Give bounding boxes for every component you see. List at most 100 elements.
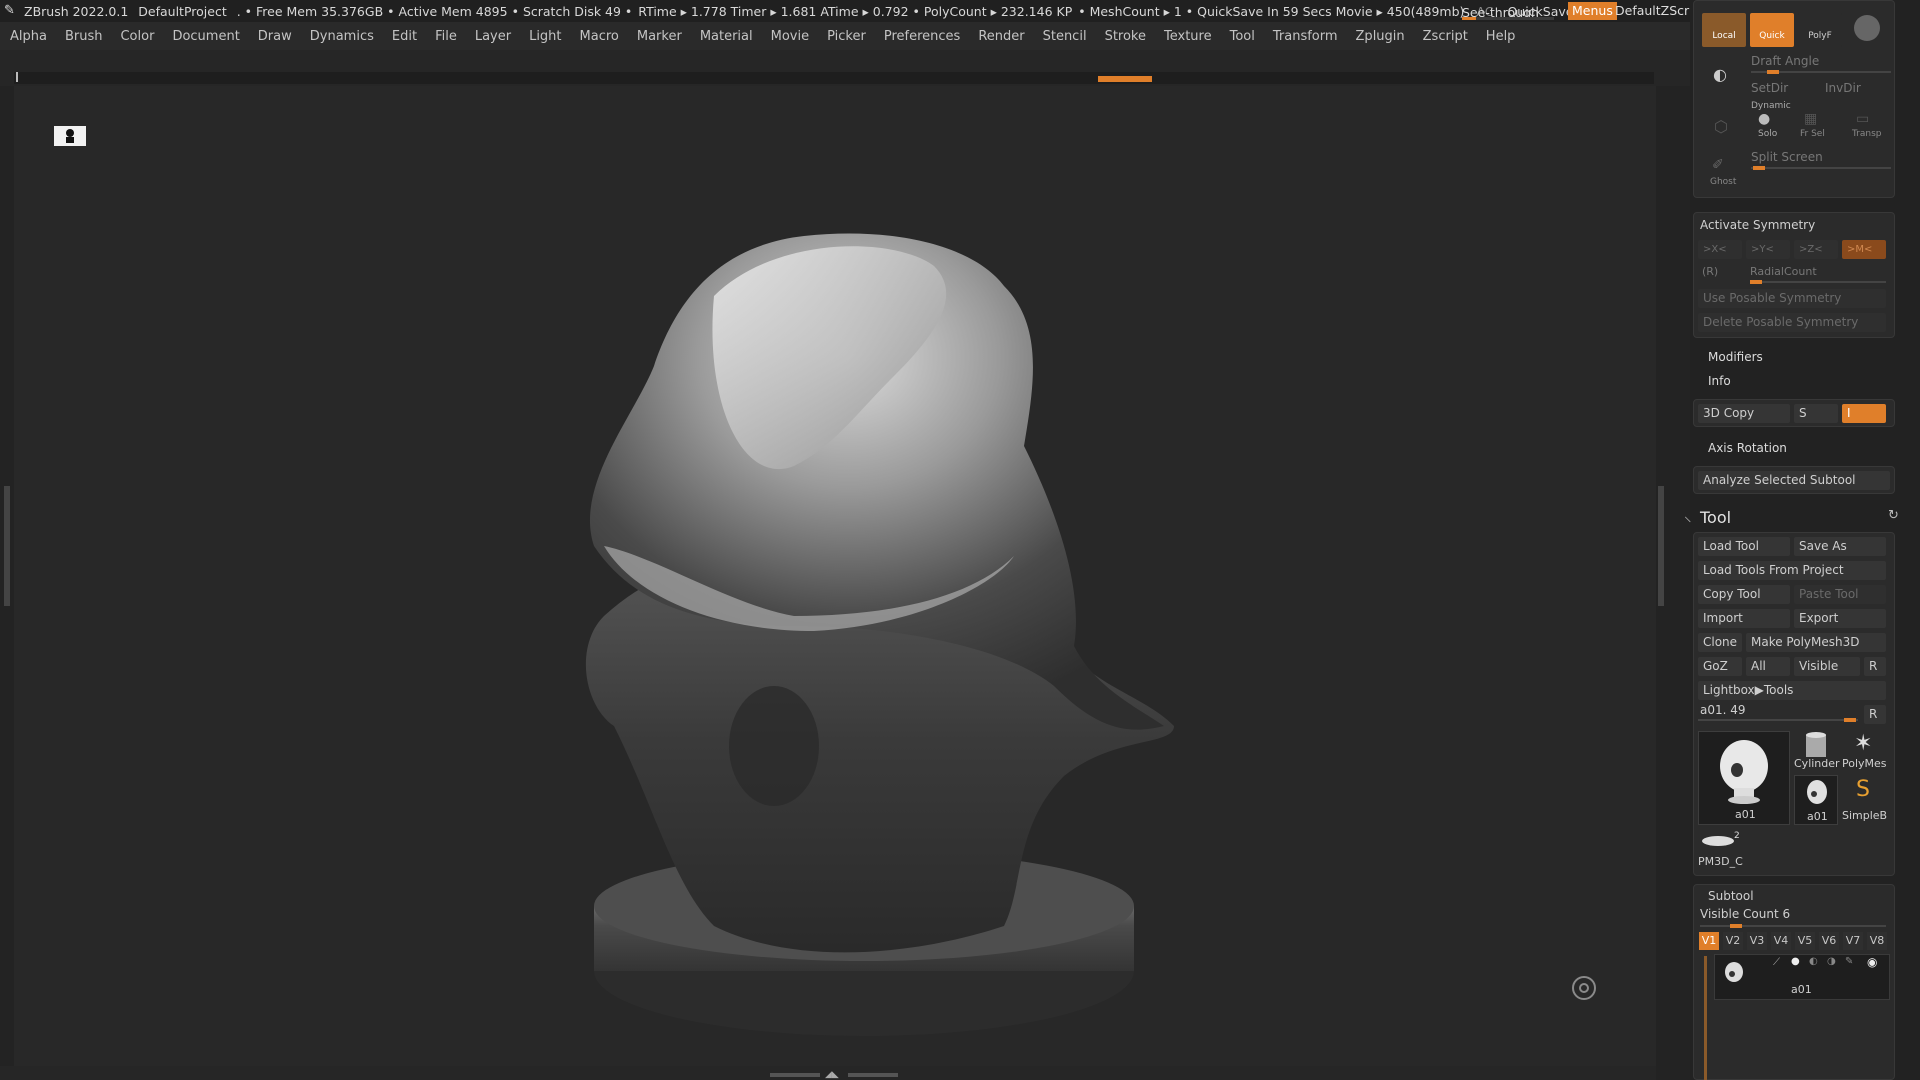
eye-icon[interactable]: ◉: [1867, 955, 1877, 969]
menu-preferences[interactable]: Preferences: [874, 29, 968, 44]
activate-symmetry-button[interactable]: Activate Symmetry: [1700, 218, 1815, 232]
subtool-tab-v3[interactable]: V3: [1747, 932, 1767, 950]
bottom-tray-handle[interactable]: ◢◣: [770, 1070, 900, 1080]
menu-texture[interactable]: Texture: [1154, 29, 1220, 44]
info-section[interactable]: Info: [1708, 374, 1731, 388]
menu-brush[interactable]: Brush: [55, 29, 111, 44]
goz-all-button[interactable]: All: [1746, 657, 1790, 676]
import-button[interactable]: Import: [1698, 609, 1790, 628]
menu-color[interactable]: Color: [110, 29, 162, 44]
analyze-selected-subtool-button[interactable]: Analyze Selected Subtool: [1698, 471, 1890, 490]
menu-alpha[interactable]: Alpha: [0, 29, 55, 44]
copy-s-button[interactable]: S: [1794, 404, 1838, 423]
save-as-button[interactable]: Save As: [1794, 537, 1886, 556]
right-tray-handle[interactable]: [1658, 486, 1664, 606]
top-shelf[interactable]: [14, 72, 1654, 84]
ghost-button[interactable]: Ghost: [1710, 177, 1736, 187]
visible-count-slider[interactable]: [1700, 924, 1886, 928]
menu-stroke[interactable]: Stroke: [1095, 29, 1154, 44]
menu-macro[interactable]: Macro: [570, 29, 627, 44]
invdir-button[interactable]: InvDir: [1825, 81, 1861, 95]
tool-thumb-a01-large[interactable]: a01: [1698, 731, 1790, 825]
bust-icon[interactable]: [54, 126, 86, 146]
canvas-viewport[interactable]: [14, 86, 1656, 1066]
sym-r-button[interactable]: (R): [1702, 265, 1718, 278]
menu-material[interactable]: Material: [690, 29, 761, 44]
tool-brush-icon[interactable]: ⸜: [1684, 506, 1692, 526]
modifiers-section[interactable]: Modifiers: [1708, 350, 1763, 364]
subtool-tab-v4[interactable]: V4: [1771, 932, 1791, 950]
subtool-pen-icon[interactable]: ✎: [1845, 956, 1853, 967]
paste-tool-button[interactable]: Paste Tool: [1794, 585, 1886, 604]
target-icon[interactable]: [1572, 976, 1596, 1000]
menu-tool[interactable]: Tool: [1220, 29, 1263, 44]
tool-thumb-simplebrush[interactable]: S SimpleB: [1842, 775, 1890, 825]
subtool-scrollbar[interactable]: [1704, 956, 1707, 1080]
menu-edit[interactable]: Edit: [382, 29, 425, 44]
subtool-tab-v1[interactable]: V1: [1699, 932, 1719, 950]
menu-layer[interactable]: Layer: [465, 29, 519, 44]
goz-visible-button[interactable]: Visible: [1794, 657, 1860, 676]
menu-dynamics[interactable]: Dynamics: [300, 29, 382, 44]
menu-zscript[interactable]: Zscript: [1413, 29, 1476, 44]
delete-posable-symmetry-button[interactable]: Delete Posable Symmetry: [1698, 313, 1886, 332]
cube-icon[interactable]: ⬡: [1714, 117, 1728, 136]
subtool-tab-v5[interactable]: V5: [1795, 932, 1815, 950]
menu-draw[interactable]: Draw: [248, 29, 300, 44]
sym-y-button[interactable]: >Y<: [1746, 240, 1790, 259]
quick-button[interactable]: Quick: [1750, 13, 1794, 47]
subtool-tab-v6[interactable]: V6: [1819, 932, 1839, 950]
tool-palette-title[interactable]: Tool: [1700, 508, 1731, 527]
subtool-brush-icon[interactable]: ⟋: [1773, 957, 1780, 968]
current-tool-slider[interactable]: [1698, 718, 1858, 722]
setdir-button[interactable]: SetDir: [1751, 81, 1788, 95]
sym-m-button[interactable]: >M<: [1842, 240, 1886, 259]
tool-thumb-pm3d[interactable]: 2 PM3D_C: [1698, 831, 1758, 875]
export-button[interactable]: Export: [1794, 609, 1886, 628]
transp-button[interactable]: Transp: [1852, 129, 1882, 139]
copy-i-button[interactable]: I: [1842, 404, 1886, 423]
solo-icon[interactable]: ●: [1758, 111, 1770, 127]
3d-copy-button[interactable]: 3D Copy: [1698, 404, 1790, 423]
split-screen-slider[interactable]: [1751, 166, 1891, 170]
menus-toggle-button[interactable]: Menus: [1568, 2, 1617, 20]
ghost-icon[interactable]: ✐: [1712, 157, 1724, 173]
refresh-icon[interactable]: ↻: [1888, 508, 1899, 523]
menu-marker[interactable]: Marker: [627, 29, 690, 44]
subtool-toggle-icon[interactable]: ●: [1791, 956, 1800, 967]
sym-x-button[interactable]: >X<: [1698, 240, 1742, 259]
tool-thumb-polymesh[interactable]: ✶ PolyMes: [1842, 731, 1890, 771]
sym-z-button[interactable]: >Z<: [1794, 240, 1838, 259]
copy-tool-button[interactable]: Copy Tool: [1698, 585, 1790, 604]
radial-count-slider[interactable]: [1750, 280, 1886, 284]
axis-rotation-section[interactable]: Axis Rotation: [1708, 441, 1787, 455]
menu-zplugin[interactable]: Zplugin: [1346, 29, 1413, 44]
goz-r-button[interactable]: R: [1864, 657, 1886, 676]
clone-button[interactable]: Clone: [1698, 633, 1742, 652]
tool-thumb-a01-small[interactable]: a01: [1794, 775, 1838, 825]
contrast-icon[interactable]: ◐: [1708, 65, 1738, 91]
transp-icon[interactable]: ▭: [1856, 111, 1869, 127]
current-tool-r-button[interactable]: R: [1864, 705, 1886, 724]
menu-render[interactable]: Render: [968, 29, 1032, 44]
menu-stencil[interactable]: Stencil: [1033, 29, 1095, 44]
tool-thumb-cylinder[interactable]: Cylinder: [1794, 731, 1840, 771]
load-tools-from-project-button[interactable]: Load Tools From Project: [1698, 561, 1886, 580]
project-name[interactable]: DefaultProject: [138, 4, 226, 19]
subtool-tab-v2[interactable]: V2: [1723, 932, 1743, 950]
frame-select-icon[interactable]: ▦: [1804, 111, 1817, 127]
use-posable-symmetry-button[interactable]: Use Posable Symmetry: [1698, 289, 1886, 308]
solo-button[interactable]: Solo: [1758, 129, 1777, 139]
menu-document[interactable]: Document: [162, 29, 247, 44]
local-button[interactable]: Local: [1702, 13, 1746, 47]
menu-movie[interactable]: Movie: [761, 29, 817, 44]
subtool-item-a01[interactable]: ⟋ ● ◐ ◑ ✎ ◉ a01: [1714, 954, 1890, 1000]
load-tool-button[interactable]: Load Tool: [1698, 537, 1790, 556]
menu-transform[interactable]: Transform: [1263, 29, 1346, 44]
subtool-dynamesh-icon[interactable]: ◑: [1827, 956, 1836, 967]
menu-picker[interactable]: Picker: [817, 29, 874, 44]
frsel-button[interactable]: Fr Sel: [1800, 129, 1825, 139]
lightbox-tools-button[interactable]: Lightbox▶Tools: [1698, 681, 1886, 700]
menu-light[interactable]: Light: [519, 29, 569, 44]
left-tray-handle[interactable]: [4, 486, 10, 606]
